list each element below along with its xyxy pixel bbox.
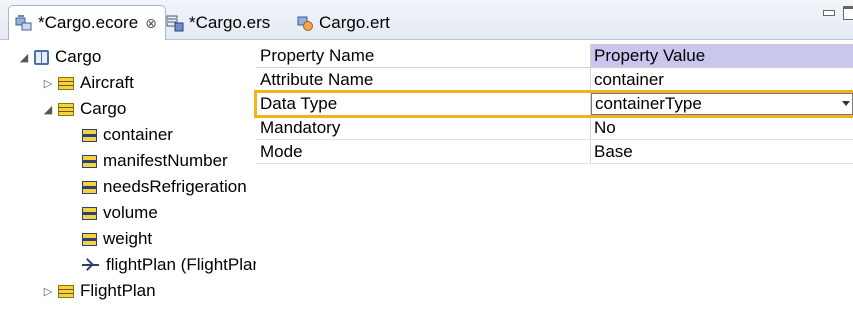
tab-cargo-ert[interactable]: Cargo.ert [296, 6, 390, 40]
maximize-icon[interactable] [843, 6, 853, 20]
tree-item-cargo-class[interactable]: ◢ Cargo [42, 96, 127, 122]
tree-item-label: FlightPlan [80, 281, 156, 300]
tab-label: *Cargo.ers [189, 13, 271, 32]
attribute-icon [82, 206, 97, 220]
tree-item-label: Cargo [80, 99, 127, 118]
property-table-header: Property Name Property Value [256, 44, 853, 68]
tree-item-aircraft[interactable]: ▷ Aircraft [42, 70, 134, 96]
tree-item-label: manifestNumber [103, 151, 228, 170]
collapsed-arrow-icon[interactable]: ▷ [42, 285, 54, 298]
property-name-cell: Mandatory [256, 116, 591, 139]
property-row-data-type[interactable]: Data Type containerType [254, 90, 853, 118]
tab-label: Cargo.ert [319, 13, 390, 32]
tab-cargo-ecore[interactable]: *Cargo.ecore ⊗ [8, 5, 166, 40]
property-name-cell: Mode [256, 140, 591, 163]
tree-item-volume[interactable]: volume [82, 200, 158, 226]
tree-item-label: weight [103, 229, 153, 248]
tab-label: *Cargo.ecore [38, 13, 139, 32]
class-icon [58, 76, 74, 90]
attribute-icon [82, 128, 97, 142]
ers-model-icon [166, 14, 184, 32]
data-type-dropdown[interactable]: containerType [591, 93, 853, 115]
collapsed-arrow-icon[interactable]: ▷ [42, 77, 54, 90]
attribute-icon [82, 180, 97, 194]
tree-item-container[interactable]: container [82, 122, 173, 148]
tree-item-label: Cargo [55, 47, 102, 66]
minimize-icon[interactable] [823, 10, 835, 16]
tree-item-label: Aircraft [80, 73, 134, 92]
property-value-cell[interactable]: containerType [591, 92, 853, 115]
column-header-property-value[interactable]: Property Value [591, 44, 853, 67]
tree-item-needsrefrigeration[interactable]: needsRefrigeration [82, 174, 247, 200]
tree-item-label: flightPlan (FlightPlan) [106, 255, 256, 274]
class-icon [58, 102, 74, 116]
property-row-mode[interactable]: Mode Base [256, 140, 853, 164]
chevron-down-icon[interactable] [842, 101, 850, 106]
attribute-icon [82, 154, 97, 168]
model-tree: ◢ Cargo ▷ Aircraft ◢ Cargo container man… [0, 40, 256, 324]
property-row-mandatory[interactable]: Mandatory No [256, 116, 853, 140]
tree-item-label: container [103, 125, 173, 144]
tree-item-manifestnumber[interactable]: manifestNumber [82, 148, 228, 174]
tree-item-flightplan[interactable]: ▷ FlightPlan [42, 278, 156, 304]
property-name-cell: Attribute Name [256, 68, 591, 91]
tree-item-label: volume [103, 203, 158, 222]
property-value-cell[interactable]: No [591, 116, 853, 139]
ert-model-icon [296, 14, 314, 32]
attribute-icon [82, 232, 97, 246]
tree-item-flightplan-reference[interactable]: flightPlan (FlightPlan) [82, 252, 256, 278]
dropdown-selected-value: containerType [595, 94, 702, 113]
property-name-cell: Data Type [256, 92, 591, 115]
class-icon [58, 284, 74, 298]
tab-cargo-ers[interactable]: *Cargo.ers [166, 6, 270, 40]
column-header-property-name[interactable]: Property Name [256, 44, 591, 67]
window-controls [823, 6, 853, 20]
package-icon [34, 49, 49, 65]
expanded-arrow-icon[interactable]: ◢ [18, 51, 30, 64]
property-value-cell[interactable]: Base [591, 140, 853, 163]
tree-item-label: needsRefrigeration [103, 177, 247, 196]
property-row-attribute-name[interactable]: Attribute Name container [256, 68, 853, 92]
tree-item-weight[interactable]: weight [82, 226, 152, 252]
reference-icon [82, 258, 100, 272]
ecore-model-icon [15, 14, 33, 32]
editor-window: *Cargo.ecore ⊗ *Cargo.ers Cargo.ert ◢ Ca… [0, 0, 853, 324]
tree-item-cargo-package[interactable]: ◢ Cargo [18, 44, 102, 70]
expanded-arrow-icon[interactable]: ◢ [42, 103, 54, 116]
editor-tab-bar: *Cargo.ecore ⊗ *Cargo.ers Cargo.ert [0, 0, 853, 40]
property-value-cell[interactable]: container [591, 68, 853, 91]
property-table: Property Name Property Value Attribute N… [254, 44, 853, 164]
close-icon[interactable]: ⊗ [145, 15, 157, 32]
